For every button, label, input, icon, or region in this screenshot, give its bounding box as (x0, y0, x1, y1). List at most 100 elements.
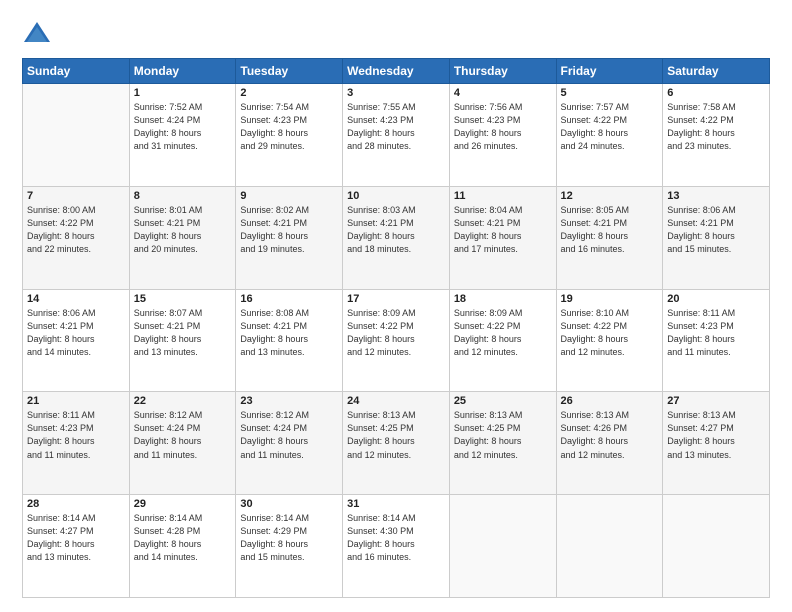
day-info: Sunrise: 7:58 AMSunset: 4:22 PMDaylight:… (667, 101, 765, 153)
calendar-cell: 17Sunrise: 8:09 AMSunset: 4:22 PMDayligh… (343, 289, 450, 392)
day-number: 10 (347, 190, 445, 202)
header (22, 18, 770, 48)
calendar-week-row: 14Sunrise: 8:06 AMSunset: 4:21 PMDayligh… (23, 289, 770, 392)
day-number: 31 (347, 498, 445, 510)
calendar-cell: 7 Sunrise: 8:00 AMSunset: 4:22 PMDaylight… (23, 186, 130, 289)
day-number: 29 (134, 498, 232, 510)
day-info: Sunrise: 8:12 AMSunset: 4:24 PMDaylight:… (240, 409, 338, 461)
day-number: 24 (347, 395, 445, 407)
page: SundayMondayTuesdayWednesdayThursdayFrid… (0, 0, 792, 612)
day-number: 2 (240, 87, 338, 99)
calendar-cell: 13 Sunrise: 8:06 AMSunset: 4:21 PMDayligh… (663, 186, 770, 289)
day-info: Sunrise: 7:54 AMSunset: 4:23 PMDaylight:… (240, 101, 338, 153)
day-info: Sunrise: 8:00 AMSunset: 4:22 PMDaylight:… (27, 204, 125, 256)
calendar-cell: 5Sunrise: 7:57 AMSunset: 4:22 PMDaylight… (556, 84, 663, 187)
day-info: Sunrise: 8:02 AMSunset: 4:21 PMDaylight:… (240, 204, 338, 256)
day-info: Sunrise: 8:14 AMSunset: 4:27 PMDaylight:… (27, 512, 125, 564)
day-of-week-header: Saturday (663, 59, 770, 84)
day-info: Sunrise: 8:06 AMSunset: 4:21 PMDaylight:… (667, 204, 765, 256)
calendar-cell: 10 Sunrise: 8:03 AMSunset: 4:21 PMDayligh… (343, 186, 450, 289)
day-info: Sunrise: 8:07 AMSunset: 4:21 PMDaylight:… (134, 307, 232, 359)
day-number: 4 (454, 87, 552, 99)
day-info: Sunrise: 8:01 AMSunset: 4:21 PMDaylight:… (134, 204, 232, 256)
calendar-cell: 29 Sunrise: 8:14 AMSunset: 4:28 PMDayligh… (129, 495, 236, 598)
day-number: 3 (347, 87, 445, 99)
day-number: 30 (240, 498, 338, 510)
calendar-cell: 8 Sunrise: 8:01 AMSunset: 4:21 PMDaylight… (129, 186, 236, 289)
calendar-cell: 14Sunrise: 8:06 AMSunset: 4:21 PMDayligh… (23, 289, 130, 392)
day-number: 14 (27, 293, 125, 305)
day-of-week-header: Tuesday (236, 59, 343, 84)
calendar-week-row: 1Sunrise: 7:52 AMSunset: 4:24 PMDaylight… (23, 84, 770, 187)
day-number: 19 (561, 293, 659, 305)
day-info: Sunrise: 7:57 AMSunset: 4:22 PMDaylight:… (561, 101, 659, 153)
calendar-cell: 31Sunrise: 8:14 AMSunset: 4:30 PMDayligh… (343, 495, 450, 598)
day-info: Sunrise: 8:05 AMSunset: 4:21 PMDaylight:… (561, 204, 659, 256)
day-number: 23 (240, 395, 338, 407)
calendar-cell: 30Sunrise: 8:14 AMSunset: 4:29 PMDayligh… (236, 495, 343, 598)
day-number: 20 (667, 293, 765, 305)
calendar-cell: 9 Sunrise: 8:02 AMSunset: 4:21 PMDaylight… (236, 186, 343, 289)
day-info: Sunrise: 7:52 AMSunset: 4:24 PMDaylight:… (134, 101, 232, 153)
calendar-cell: 20 Sunrise: 8:11 AMSunset: 4:23 PMDayligh… (663, 289, 770, 392)
calendar-cell: 27 Sunrise: 8:13 AMSunset: 4:27 PMDayligh… (663, 392, 770, 495)
calendar-cell: 22 Sunrise: 8:12 AMSunset: 4:24 PMDayligh… (129, 392, 236, 495)
day-of-week-header: Wednesday (343, 59, 450, 84)
days-of-week-row: SundayMondayTuesdayWednesdayThursdayFrid… (23, 59, 770, 84)
day-info: Sunrise: 8:11 AMSunset: 4:23 PMDaylight:… (27, 409, 125, 461)
day-of-week-header: Friday (556, 59, 663, 84)
day-number: 22 (134, 395, 232, 407)
logo-icon (22, 18, 52, 48)
day-number: 25 (454, 395, 552, 407)
day-of-week-header: Monday (129, 59, 236, 84)
day-info: Sunrise: 7:55 AMSunset: 4:23 PMDaylight:… (347, 101, 445, 153)
day-number: 18 (454, 293, 552, 305)
day-number: 15 (134, 293, 232, 305)
calendar-cell: 1Sunrise: 7:52 AMSunset: 4:24 PMDaylight… (129, 84, 236, 187)
day-info: Sunrise: 8:13 AMSunset: 4:26 PMDaylight:… (561, 409, 659, 461)
calendar-week-row: 28Sunrise: 8:14 AMSunset: 4:27 PMDayligh… (23, 495, 770, 598)
day-number: 13 (667, 190, 765, 202)
calendar-cell (23, 84, 130, 187)
day-info: Sunrise: 8:08 AMSunset: 4:21 PMDaylight:… (240, 307, 338, 359)
calendar-cell: 28Sunrise: 8:14 AMSunset: 4:27 PMDayligh… (23, 495, 130, 598)
day-info: Sunrise: 8:10 AMSunset: 4:22 PMDaylight:… (561, 307, 659, 359)
calendar-cell: 16Sunrise: 8:08 AMSunset: 4:21 PMDayligh… (236, 289, 343, 392)
day-number: 21 (27, 395, 125, 407)
calendar-cell: 12 Sunrise: 8:05 AMSunset: 4:21 PMDayligh… (556, 186, 663, 289)
day-info: Sunrise: 8:09 AMSunset: 4:22 PMDaylight:… (454, 307, 552, 359)
calendar-cell: 15 Sunrise: 8:07 AMSunset: 4:21 PMDayligh… (129, 289, 236, 392)
calendar-week-row: 21 Sunrise: 8:11 AMSunset: 4:23 PMDayligh… (23, 392, 770, 495)
calendar-header: SundayMondayTuesdayWednesdayThursdayFrid… (23, 59, 770, 84)
calendar-body: 1Sunrise: 7:52 AMSunset: 4:24 PMDaylight… (23, 84, 770, 598)
calendar-cell (663, 495, 770, 598)
day-number: 8 (134, 190, 232, 202)
day-info: Sunrise: 8:03 AMSunset: 4:21 PMDaylight:… (347, 204, 445, 256)
calendar-cell: 21 Sunrise: 8:11 AMSunset: 4:23 PMDayligh… (23, 392, 130, 495)
day-info: Sunrise: 8:13 AMSunset: 4:25 PMDaylight:… (454, 409, 552, 461)
day-info: Sunrise: 8:13 AMSunset: 4:25 PMDaylight:… (347, 409, 445, 461)
calendar-cell: 18 Sunrise: 8:09 AMSunset: 4:22 PMDayligh… (449, 289, 556, 392)
calendar-cell: 4Sunrise: 7:56 AMSunset: 4:23 PMDaylight… (449, 84, 556, 187)
calendar-cell: 2 Sunrise: 7:54 AMSunset: 4:23 PMDaylight… (236, 84, 343, 187)
day-info: Sunrise: 8:14 AMSunset: 4:28 PMDaylight:… (134, 512, 232, 564)
day-info: Sunrise: 8:11 AMSunset: 4:23 PMDaylight:… (667, 307, 765, 359)
calendar-cell (556, 495, 663, 598)
day-number: 17 (347, 293, 445, 305)
calendar-table: SundayMondayTuesdayWednesdayThursdayFrid… (22, 58, 770, 598)
calendar-cell: 25 Sunrise: 8:13 AMSunset: 4:25 PMDayligh… (449, 392, 556, 495)
day-number: 12 (561, 190, 659, 202)
calendar-cell: 6 Sunrise: 7:58 AMSunset: 4:22 PMDaylight… (663, 84, 770, 187)
calendar-cell: 19 Sunrise: 8:10 AMSunset: 4:22 PMDayligh… (556, 289, 663, 392)
logo (22, 18, 54, 48)
day-number: 7 (27, 190, 125, 202)
calendar-cell: 11Sunrise: 8:04 AMSunset: 4:21 PMDayligh… (449, 186, 556, 289)
day-number: 27 (667, 395, 765, 407)
calendar-cell: 26 Sunrise: 8:13 AMSunset: 4:26 PMDayligh… (556, 392, 663, 495)
day-info: Sunrise: 8:12 AMSunset: 4:24 PMDaylight:… (134, 409, 232, 461)
day-number: 26 (561, 395, 659, 407)
day-of-week-header: Sunday (23, 59, 130, 84)
day-info: Sunrise: 8:13 AMSunset: 4:27 PMDaylight:… (667, 409, 765, 461)
day-number: 6 (667, 87, 765, 99)
day-number: 9 (240, 190, 338, 202)
